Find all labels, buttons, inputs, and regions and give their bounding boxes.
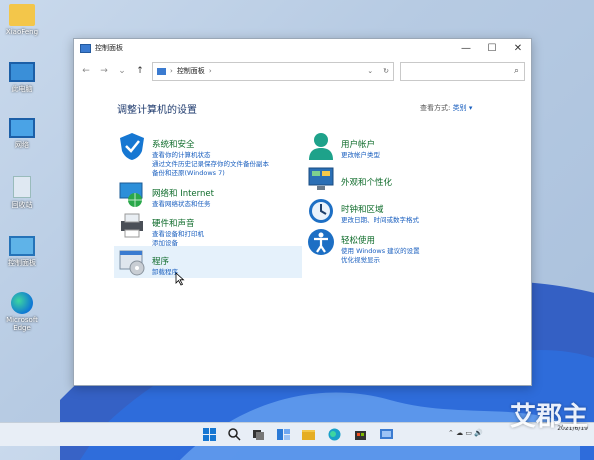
address-bar[interactable]: › 控制面板 › ⌄ ↻: [152, 61, 394, 81]
category-link[interactable]: 更改帐户类型: [341, 151, 501, 160]
start-icon[interactable]: [203, 428, 216, 441]
desktop-icon-user-folder[interactable]: XiaoFeng: [0, 4, 44, 36]
programs-icon: [119, 250, 145, 276]
system-tray[interactable]: ⌃ ☁ ▭ 🔊: [448, 429, 483, 437]
widgets-icon[interactable]: [277, 428, 290, 441]
desktop-icon-this-pc[interactable]: 此电脑: [0, 62, 44, 94]
taskbar: ⌃ ☁ ▭ 🔊 2021/6/19: [0, 422, 594, 446]
store-icon[interactable]: [354, 428, 367, 441]
category-link[interactable]: 通过文件历史记录保存你的文件备份副本: [152, 160, 312, 169]
category-title[interactable]: 系统和安全: [152, 140, 195, 150]
desktop-icon-network[interactable]: 网络: [0, 118, 44, 150]
category-title[interactable]: 外观和个性化: [341, 178, 392, 188]
edge-icon: [11, 292, 33, 314]
category-link[interactable]: 优化视觉显示: [341, 256, 501, 265]
control-panel-address-icon: [157, 67, 166, 75]
address-separator-2[interactable]: ›: [209, 67, 212, 75]
category-title[interactable]: 用户帐户: [341, 140, 375, 150]
category-link[interactable]: 查看设备和打印机: [152, 230, 312, 239]
category-link[interactable]: 更改日期、时间或数字格式: [341, 216, 501, 225]
view-by-label: 查看方式:: [420, 104, 451, 112]
refresh-icon[interactable]: ↻: [383, 67, 389, 75]
folder-icon: [9, 4, 35, 26]
shield-icon: [120, 133, 144, 160]
category-title[interactable]: 硬件和声音: [152, 219, 195, 229]
maximize-button[interactable]: ☐: [479, 43, 505, 54]
category-title[interactable]: 网络和 Internet: [152, 189, 214, 199]
category-link[interactable]: 使用 Windows 建议的设置: [341, 247, 501, 256]
accessibility-icon: [308, 229, 334, 255]
control-panel-taskbar-icon[interactable]: [380, 428, 393, 441]
user-icon: [309, 133, 333, 160]
category-title[interactable]: 轻松使用: [341, 236, 375, 246]
category-link[interactable]: 查看你的计算机状态: [152, 151, 312, 160]
window-title: 控制面板: [95, 44, 123, 52]
network-icon: [119, 182, 143, 207]
recycle-bin-icon: [13, 176, 31, 198]
category-title[interactable]: 程序: [152, 257, 169, 267]
watermark-text: 艾郡主: [509, 402, 588, 432]
navigation-bar: ← → ⌄ ↑ › 控制面板 › ⌄ ↻ ⌕: [74, 57, 531, 85]
address-crumb[interactable]: 控制面板: [177, 66, 205, 76]
desktop-icon-edge[interactable]: Microsoft Edge: [0, 292, 44, 332]
category-title[interactable]: 时钟和区域: [341, 205, 384, 215]
minimize-button[interactable]: —: [453, 43, 479, 54]
search-box[interactable]: ⌕: [400, 61, 525, 81]
category-link[interactable]: 查看网络状态和任务: [152, 200, 312, 209]
monitor-icon: [9, 62, 35, 82]
edge-taskbar-icon[interactable]: [328, 428, 341, 441]
forward-button[interactable]: →: [98, 66, 110, 76]
search-taskbar-icon[interactable]: [228, 428, 241, 441]
appearance-icon: [308, 167, 334, 190]
page-title: 调整计算机的设置: [117, 105, 197, 116]
network-monitor-icon: [9, 118, 35, 138]
view-by: 查看方式: 类别 ▾: [420, 103, 472, 113]
category-programs[interactable]: 程序 卸载程序: [114, 246, 302, 278]
recent-locations-button[interactable]: ⌄: [116, 66, 128, 76]
category-link[interactable]: 备份和还原(Windows 7): [152, 169, 312, 178]
printer-icon: [121, 213, 143, 238]
address-separator: ›: [170, 67, 173, 75]
control-panel-small-icon: [80, 43, 91, 53]
mouse-cursor-icon: [175, 272, 185, 286]
up-button[interactable]: ↑: [134, 66, 146, 76]
task-view-icon[interactable]: [252, 428, 265, 441]
close-button[interactable]: ✕: [505, 43, 531, 54]
search-icon: ⌕: [513, 66, 519, 76]
desktop-icon-control-panel[interactable]: 控制面板: [0, 236, 44, 268]
control-panel-icon: [9, 236, 35, 256]
control-panel-window: 控制面板 — ☐ ✕ ← → ⌄ ↑ › 控制面板 › ⌄ ↻ ⌕ 调整计算机的…: [73, 38, 532, 386]
view-by-dropdown[interactable]: 类别 ▾: [453, 104, 473, 112]
back-button[interactable]: ←: [80, 66, 92, 76]
title-bar: 控制面板 — ☐ ✕: [74, 39, 531, 57]
clock-icon: [309, 199, 333, 223]
desktop-icon-recycle-bin[interactable]: 回收站: [0, 176, 44, 210]
address-dropdown-icon[interactable]: ⌄: [367, 67, 373, 75]
file-explorer-icon[interactable]: [302, 428, 315, 441]
